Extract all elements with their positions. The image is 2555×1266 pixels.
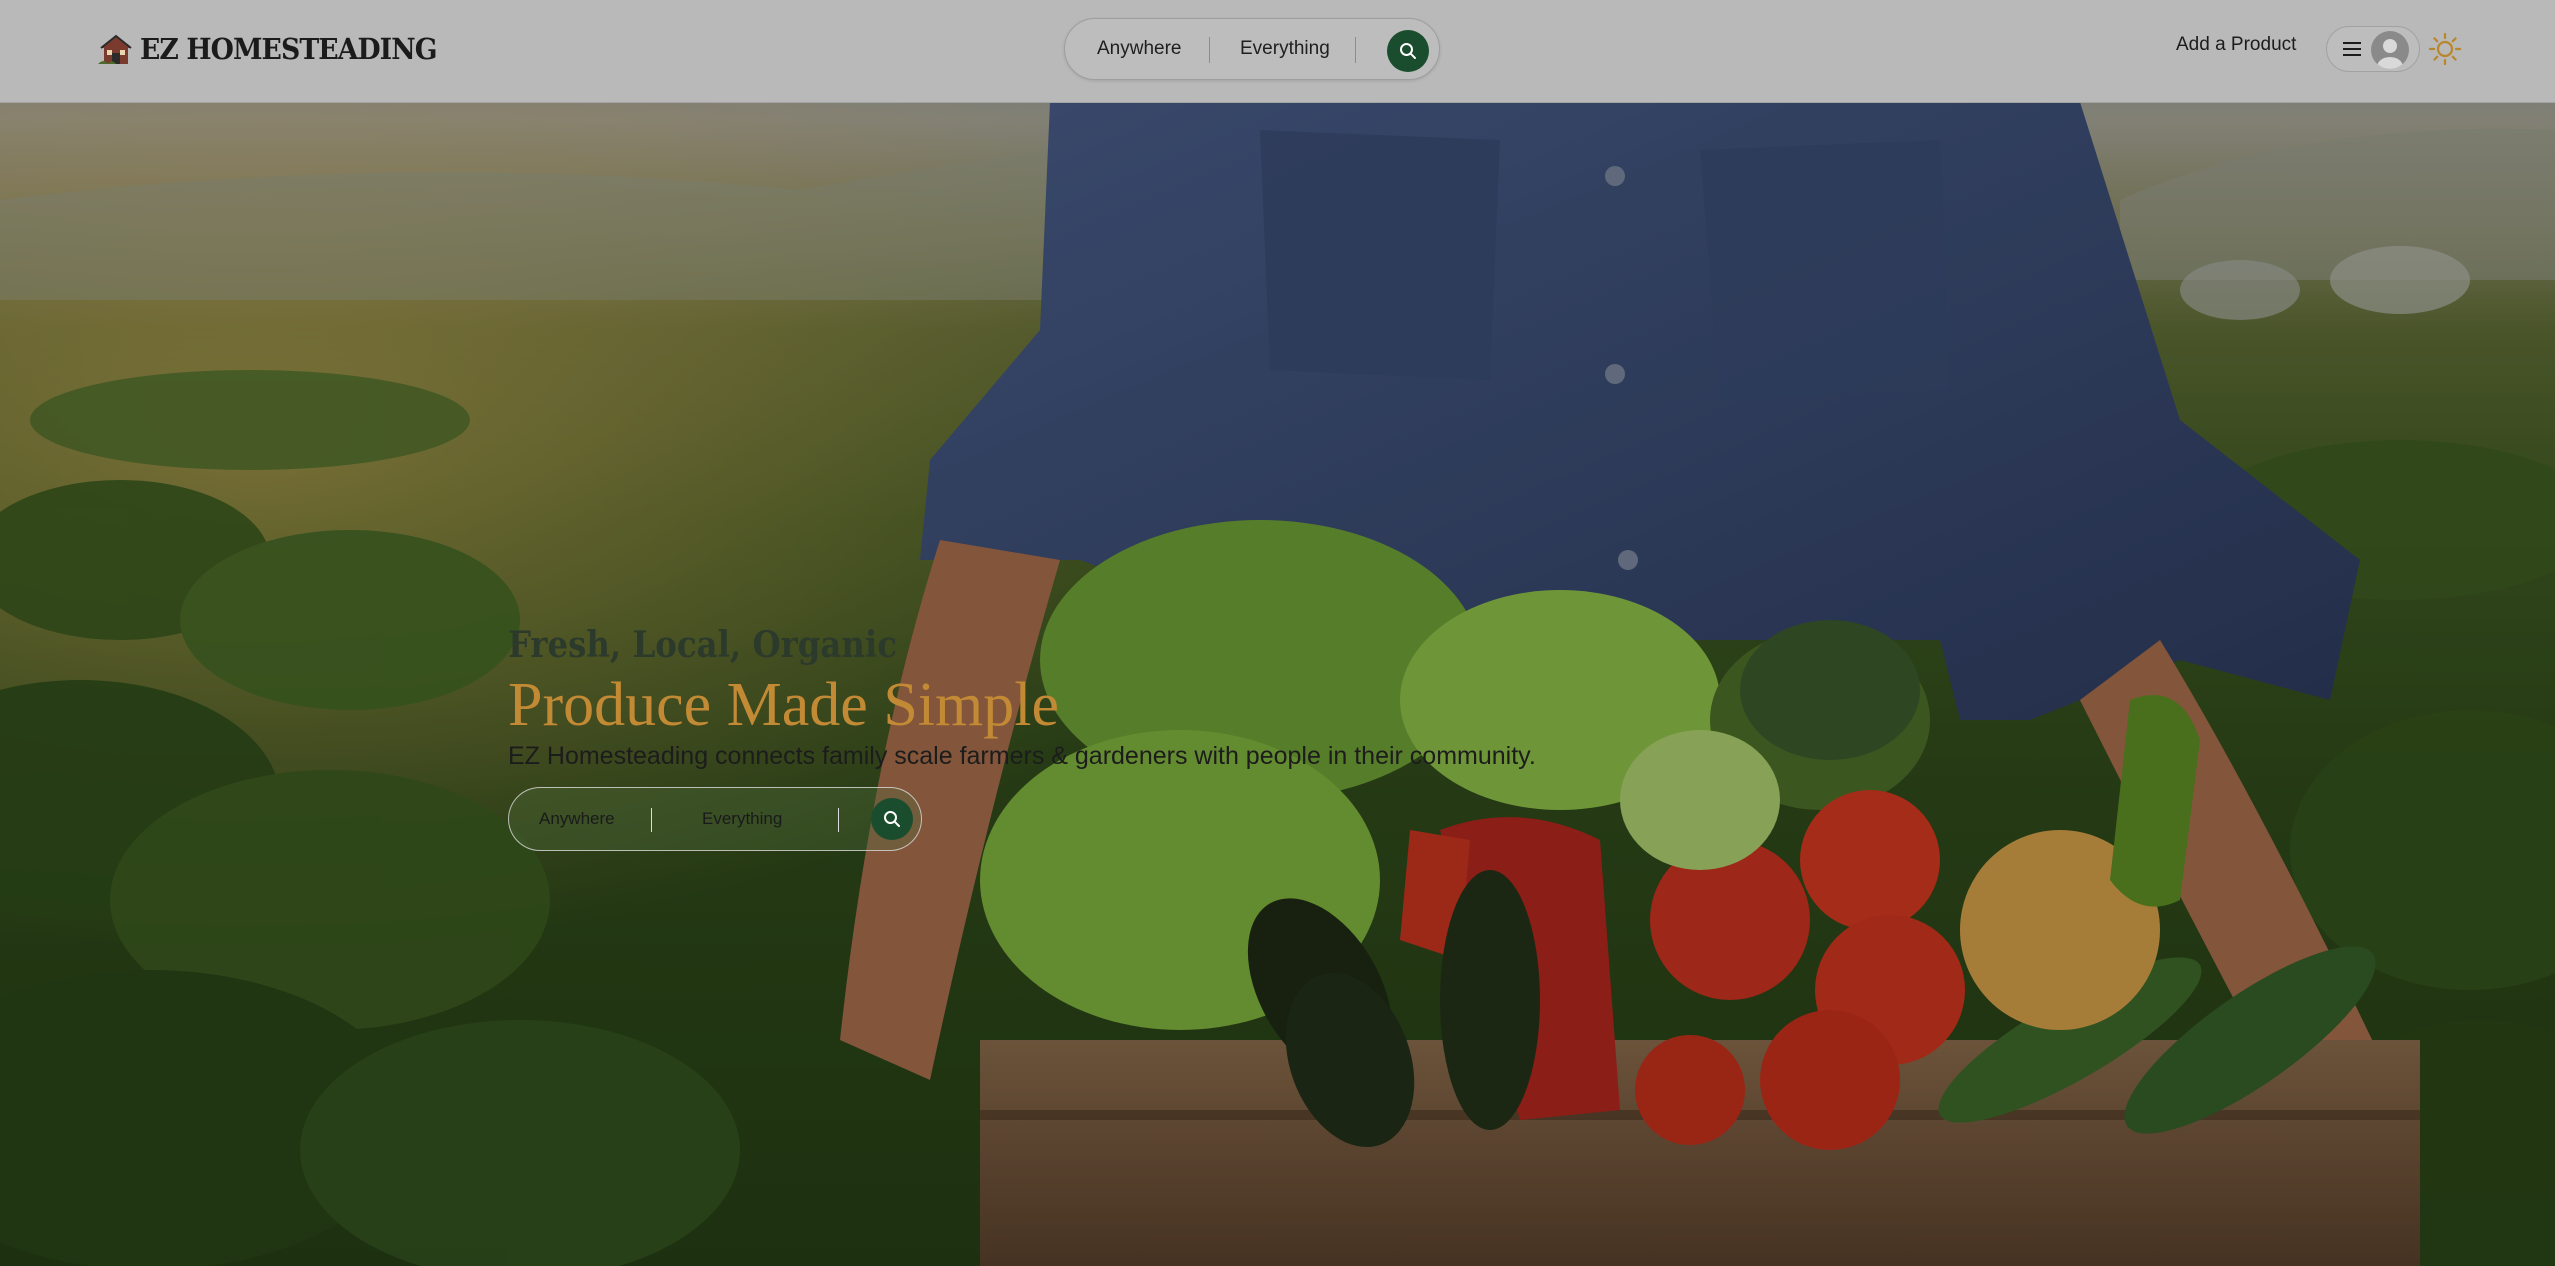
hero-search-bar[interactable]: Anywhere Everything [508, 787, 922, 851]
top-navbar: EZ HOMESTEADING Anywhere Everything Add … [0, 0, 2555, 103]
hero-headline: Produce Made Simple [508, 671, 1060, 739]
hero-search-button[interactable] [871, 798, 913, 840]
category-filter[interactable]: Everything [702, 788, 782, 850]
sun-icon[interactable] [2428, 32, 2462, 66]
navbar-search-bar[interactable]: Anywhere Everything [1064, 18, 1440, 80]
hero-description: EZ Homesteading connects family scale fa… [508, 742, 1536, 770]
user-menu-button[interactable] [2326, 26, 2420, 72]
hero-tagline: Fresh, Local, Organic [508, 624, 897, 666]
location-filter[interactable]: Anywhere [539, 788, 615, 850]
search-divider [1209, 37, 1210, 63]
hero-overlay [0, 0, 2555, 1266]
brand-logo[interactable]: EZ HOMESTEADING [98, 26, 462, 72]
brand-name: EZ HOMESTEADING [140, 32, 437, 66]
homestead-house-icon [98, 34, 132, 64]
search-divider [838, 808, 839, 832]
hamburger-menu-icon [2343, 42, 2361, 56]
location-filter[interactable]: Anywhere [1097, 19, 1182, 79]
search-icon [1400, 43, 1416, 59]
hero-background-image [0, 0, 2555, 1266]
add-product-link[interactable]: Add a Product [2176, 34, 2296, 56]
search-divider [651, 808, 652, 832]
navbar-search-button[interactable] [1387, 30, 1429, 72]
user-avatar-icon [2371, 31, 2409, 69]
search-icon [884, 811, 900, 827]
category-filter[interactable]: Everything [1240, 19, 1330, 79]
search-divider [1355, 37, 1356, 63]
